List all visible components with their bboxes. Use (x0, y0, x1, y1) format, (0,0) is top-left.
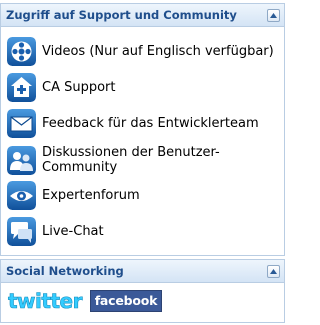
envelope-icon (7, 108, 36, 138)
facebook-logo-link[interactable]: facebook (90, 289, 162, 312)
ca-support-link-label: CA Support (42, 79, 116, 95)
expert-eye-icon (7, 180, 36, 210)
facebook-logo-text: facebook (94, 293, 158, 308)
support-panel-title: Zugriff auf Support und Community (6, 8, 237, 22)
users-icon (7, 145, 36, 175)
support-community-panel: Zugriff auf Support und Community Videos… (0, 3, 285, 256)
collapse-social-button[interactable] (267, 264, 280, 278)
community-discussions-link[interactable]: Diskussionen der Benutzer-Community (7, 144, 280, 176)
chevron-up-icon (270, 12, 277, 18)
social-networking-panel: Social Networking twitter facebook (0, 259, 285, 323)
ca-support-link[interactable]: CA Support (7, 72, 280, 102)
videos-link-label: Videos (Nur auf Englisch verfügbar) (42, 43, 274, 59)
chevron-up-icon (270, 268, 277, 274)
twitter-logo-text: twitter (8, 289, 83, 312)
collapse-support-button[interactable] (267, 8, 280, 22)
twitter-logo-link[interactable]: twitter (6, 289, 90, 314)
videos-link[interactable]: Videos (Nur auf Englisch verfügbar) (7, 36, 280, 66)
chat-bubble-icon (7, 216, 36, 246)
social-links-row: twitter facebook (6, 289, 162, 314)
community-discussions-link-label: Diskussionen der Benutzer-Community (42, 145, 220, 175)
feedback-link[interactable]: Feedback für das Entwicklerteam (7, 108, 280, 138)
live-chat-link[interactable]: Live-Chat (7, 216, 280, 246)
live-chat-link-label: Live-Chat (42, 223, 104, 239)
video-reel-icon (7, 36, 36, 66)
feedback-link-label: Feedback für das Entwicklerteam (42, 115, 259, 131)
social-panel-title: Social Networking (6, 264, 124, 278)
expert-forum-link-label: Expertenforum (42, 187, 140, 203)
support-panel-header: Zugriff auf Support und Community (1, 4, 284, 27)
social-panel-header: Social Networking (1, 260, 284, 283)
support-house-icon (7, 72, 36, 102)
expert-forum-link[interactable]: Expertenforum (7, 180, 280, 210)
